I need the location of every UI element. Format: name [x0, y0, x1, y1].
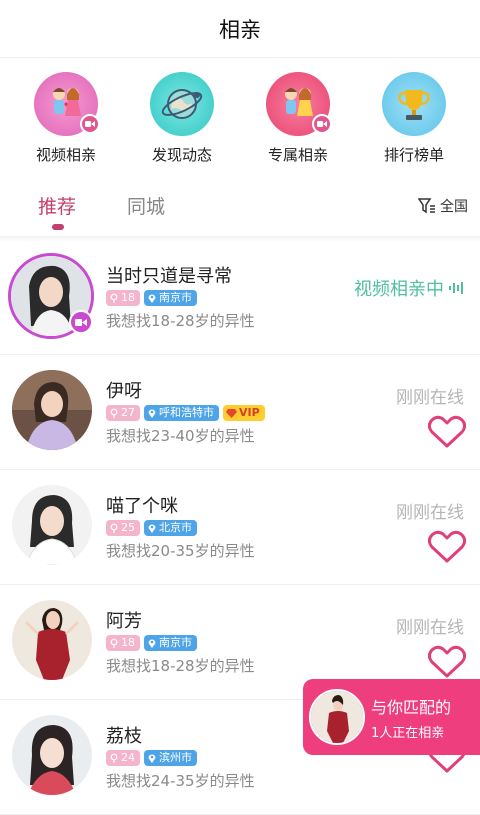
avatar[interactable]	[12, 370, 92, 450]
location-pin-icon	[148, 524, 156, 533]
user-name: 当时只道是寻常	[106, 266, 232, 287]
video-camera-icon	[69, 310, 93, 334]
vip-badge: VIP	[223, 405, 265, 421]
city-value: 滨州市	[159, 751, 192, 764]
tab-recommend[interactable]: 推荐	[38, 192, 76, 219]
quick-entry-label: 视频相亲	[35, 146, 96, 164]
city-tag: 南京市	[144, 635, 197, 651]
globe-discover-icon	[150, 72, 214, 136]
online-status: 刚刚在线	[396, 388, 464, 408]
online-status: 刚刚在线	[396, 618, 464, 638]
city-tag: 呼和浩特市	[144, 405, 219, 421]
age-value: 18	[121, 291, 135, 304]
female-icon	[110, 408, 118, 418]
city-tag: 北京市	[144, 520, 197, 536]
live-status-label: 视频相亲中	[354, 279, 444, 300]
age-tag: 18	[106, 635, 140, 651]
tab-same-city[interactable]: 同城	[127, 192, 165, 219]
avatar[interactable]	[8, 253, 94, 339]
list-item[interactable]: 伊呀 27 呼和浩特市 VIP 我想找23-40岁的异性 刚刚在线	[0, 355, 480, 470]
trophy-icon	[382, 72, 446, 136]
female-icon	[110, 638, 118, 648]
list-item[interactable]: 当时只道是寻常 18 南京市 我想找18-28岁的异性 视频相亲中	[0, 240, 480, 355]
diamond-icon	[226, 408, 237, 418]
seeking-text: 我想找18-28岁的异性	[106, 657, 255, 675]
region-filter-button[interactable]: 全国	[418, 196, 468, 216]
age-value: 25	[121, 521, 135, 534]
location-pin-icon	[148, 639, 156, 648]
user-tags: 25 北京市	[106, 520, 197, 536]
age-tag: 18	[106, 290, 140, 306]
avatar[interactable]	[12, 485, 92, 565]
quick-entry-label: 排行榜单	[383, 146, 444, 164]
heart-like-icon[interactable]	[428, 530, 466, 564]
age-value: 24	[121, 751, 135, 764]
tab-active-indicator	[52, 224, 64, 230]
quick-entry-label: 专属相亲	[267, 146, 328, 164]
female-icon	[110, 523, 118, 533]
list-item[interactable]: 喵了个咪 25 北京市 我想找20-35岁的异性 刚刚在线	[0, 470, 480, 585]
heart-like-icon[interactable]	[428, 645, 466, 679]
heart-like-icon[interactable]	[428, 415, 466, 449]
age-tag: 24	[106, 750, 140, 766]
avatar[interactable]	[12, 715, 92, 795]
city-tag: 滨州市	[144, 750, 197, 766]
city-value: 北京市	[159, 521, 192, 534]
user-name: 喵了个咪	[106, 496, 178, 517]
seeking-text: 我想找23-40岁的异性	[106, 427, 255, 445]
user-name: 荔枝	[106, 726, 142, 747]
user-tags: 27 呼和浩特市 VIP	[106, 405, 265, 421]
location-pin-icon	[148, 409, 156, 418]
city-value: 南京市	[159, 636, 192, 649]
user-name: 伊呀	[106, 381, 142, 402]
city-tag: 南京市	[144, 290, 197, 306]
seeking-text: 我想找18-28岁的异性	[106, 312, 255, 330]
location-pin-icon	[148, 294, 156, 303]
match-subtitle: 1人正在相亲	[371, 725, 445, 741]
online-status: 刚刚在线	[396, 503, 464, 523]
filter-icon	[418, 198, 435, 214]
age-tag: 27	[106, 405, 140, 421]
tab-bar: 推荐 同城 全国	[0, 186, 480, 236]
avatar[interactable]	[12, 600, 92, 680]
match-avatar	[309, 689, 365, 745]
user-name: 阿芳	[106, 611, 142, 632]
video-camera-icon	[80, 114, 100, 134]
couple-video-icon	[34, 72, 100, 136]
match-popup[interactable]: 与你匹配的 1人正在相亲	[303, 679, 480, 755]
top-bar: 相亲	[0, 0, 480, 58]
user-tags: 24 滨州市	[106, 750, 197, 766]
seeking-text: 我想找20-35岁的异性	[106, 542, 255, 560]
live-status[interactable]: 视频相亲中	[354, 275, 464, 301]
female-icon	[110, 293, 118, 303]
couple-exclusive-icon	[266, 72, 332, 136]
video-camera-icon	[312, 114, 332, 134]
quick-entry-label: 发现动态	[151, 146, 212, 164]
sound-wave-icon	[449, 282, 463, 294]
match-text: 与你匹配的 1人正在相亲	[371, 694, 451, 741]
age-value: 27	[121, 406, 135, 419]
user-tags: 18 南京市	[106, 635, 197, 651]
city-value: 呼和浩特市	[159, 406, 214, 419]
user-tags: 18 南京市	[106, 290, 197, 306]
page-title: 相亲	[219, 17, 261, 42]
female-icon	[110, 753, 118, 763]
age-value: 18	[121, 636, 135, 649]
age-tag: 25	[106, 520, 140, 536]
location-pin-icon	[148, 754, 156, 763]
region-filter-label: 全国	[440, 199, 468, 215]
vip-label: VIP	[239, 406, 260, 419]
city-value: 南京市	[159, 291, 192, 304]
seeking-text: 我想找24-35岁的异性	[106, 772, 255, 790]
match-title: 与你匹配的	[371, 697, 452, 717]
